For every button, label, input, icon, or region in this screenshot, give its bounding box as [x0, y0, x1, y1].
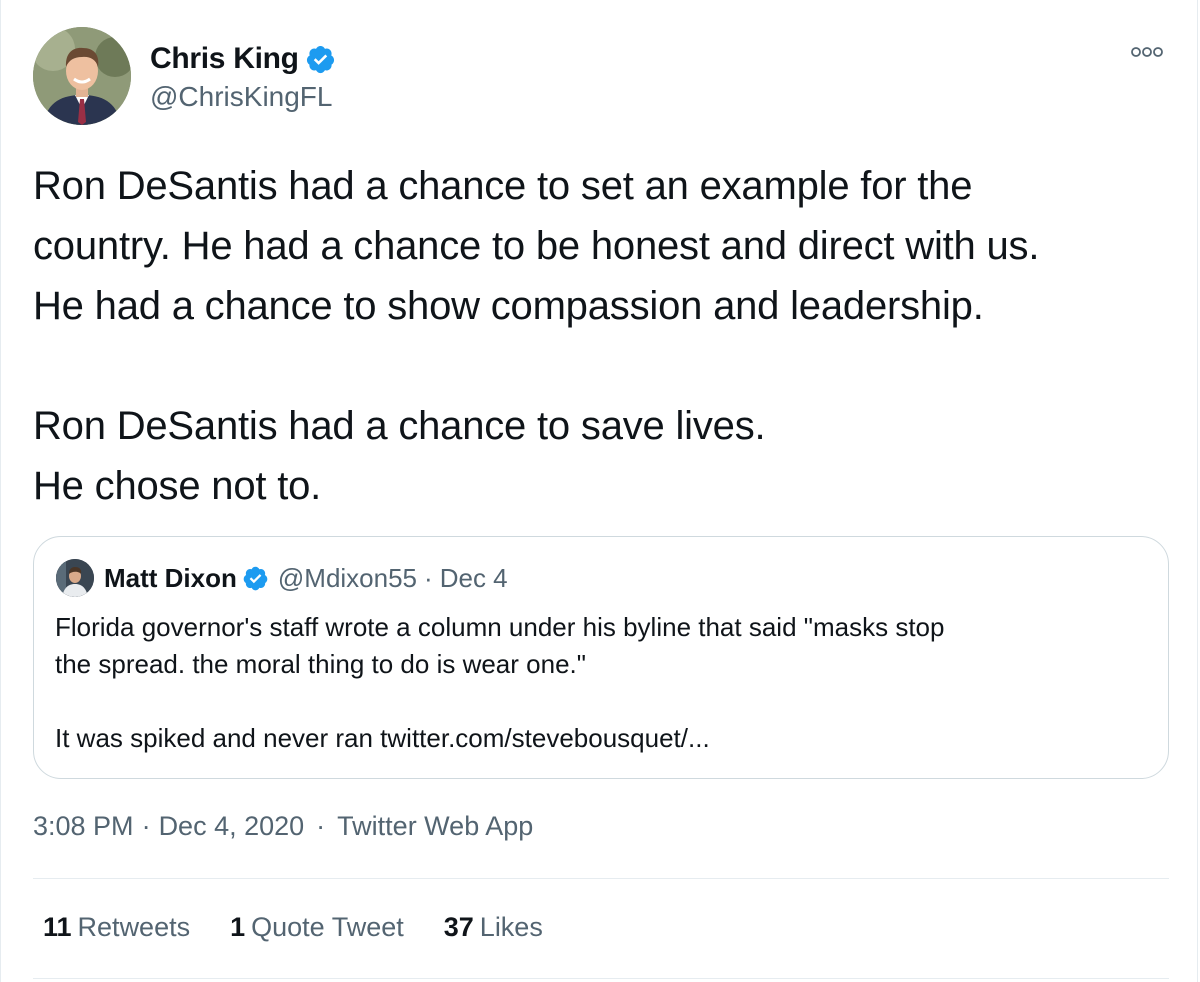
tweet-source[interactable]: Twitter Web App	[337, 811, 533, 842]
quoted-text-line: Florida governor's staff wrote a column …	[55, 612, 945, 642]
verified-badge-icon	[242, 565, 269, 592]
retweets-stat[interactable]: 11 Retweets	[43, 912, 190, 943]
tweet-date[interactable]: Dec 4, 2020	[159, 811, 305, 842]
meta-separator: ·	[141, 811, 151, 841]
author-info: Chris King @ChrisKingFL	[150, 39, 336, 113]
divider	[33, 978, 1169, 979]
retweets-count: 11	[43, 912, 72, 942]
quoted-text-line	[55, 683, 1145, 720]
author-avatar[interactable]	[33, 27, 131, 125]
quote-tweets-stat[interactable]: 1 Quote Tweet	[230, 912, 404, 943]
quote-tweets-label: Quote Tweet	[251, 912, 404, 942]
likes-stat[interactable]: 37 Likes	[444, 912, 543, 943]
tweet-meta: 3:08 PM · Dec 4, 2020 · Twitter Web App	[33, 811, 533, 842]
likes-label: Likes	[479, 912, 543, 942]
quoted-author-name[interactable]: Matt Dixon	[104, 563, 237, 594]
tweet-card: Chris King @ChrisKingFL Ron DeSantis had…	[0, 0, 1198, 982]
tweet-stats: 11 Retweets 1 Quote Tweet 37 Likes	[43, 912, 583, 943]
more-options-icon[interactable]	[1129, 42, 1165, 62]
verified-badge-icon	[305, 44, 336, 75]
divider	[33, 878, 1169, 879]
tweet-text: Ron DeSantis had a chance to set an exam…	[33, 156, 1173, 516]
likes-count: 37	[443, 912, 474, 942]
tweet-text-line	[33, 336, 1173, 396]
tweet-text-line: Ron DeSantis had a chance to set an exam…	[33, 164, 973, 208]
quoted-tweet-header: Matt Dixon @Mdixon55 · Dec 4	[56, 559, 508, 597]
tweet-header: Chris King @ChrisKingFL	[33, 27, 336, 125]
quoted-text-line[interactable]: It was spiked and never ran twitter.com/…	[55, 720, 1145, 757]
author-name-row: Chris King	[150, 39, 336, 79]
author-name[interactable]: Chris King	[150, 42, 299, 76]
retweets-label: Retweets	[77, 912, 191, 942]
tweet-text-line: Ron DeSantis had a chance to save lives.	[33, 404, 766, 448]
quoted-tweet[interactable]: Matt Dixon @Mdixon55 · Dec 4 Florida gov…	[33, 536, 1169, 779]
tweet-text-line: country. He had a chance to be honest an…	[33, 224, 1040, 268]
quoted-text-line: the spread. the moral thing to do is wea…	[55, 649, 586, 679]
quoted-tweet-text: Florida governor's staff wrote a column …	[55, 609, 1145, 757]
tweet-text-line: He had a chance to show compassion and l…	[33, 284, 984, 328]
quoted-tweet-date[interactable]: Dec 4	[440, 563, 508, 594]
quoted-author-avatar	[56, 559, 94, 597]
tweet-text-line: He chose not to.	[33, 464, 322, 508]
quoted-meta-separator: ·	[424, 562, 433, 593]
meta-separator: ·	[316, 811, 326, 841]
tweet-time[interactable]: 3:08 PM	[33, 811, 134, 842]
quoted-author-handle[interactable]: @Mdixon55	[278, 563, 417, 594]
author-handle[interactable]: @ChrisKingFL	[150, 81, 336, 113]
quote-tweets-count: 1	[230, 912, 246, 942]
